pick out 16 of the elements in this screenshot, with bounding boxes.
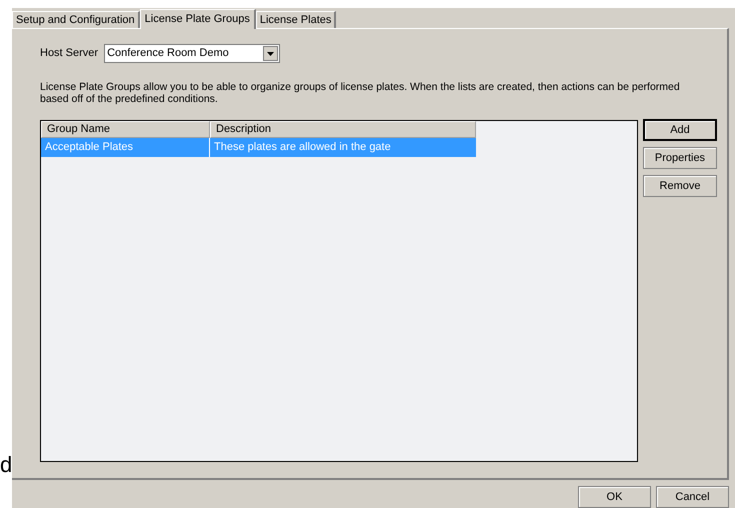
- description-text: License Plate Groups allow you to be able to organize groups of license plates. When the lists are created, then actions can be performed based off of the predefined conditions.: [40, 80, 681, 105]
- tab[interactable]: Setup and Configuration: [12, 10, 140, 28]
- tab[interactable]: License Plates: [256, 10, 336, 28]
- side-button[interactable]: Remove: [643, 174, 717, 197]
- dialog-button[interactable]: OK: [578, 486, 651, 508]
- side-button[interactable]: Add: [643, 118, 717, 141]
- tab[interactable]: License Plate Groups: [140, 8, 256, 29]
- host-server-label: Host Server: [40, 46, 98, 62]
- column-header[interactable]: Group Name: [41, 120, 210, 138]
- dialog-button[interactable]: Cancel: [656, 486, 729, 508]
- table-cell: Acceptable Plates: [41, 138, 210, 157]
- host-server-dropdown[interactable]: Conference Room Demo: [104, 44, 280, 63]
- background-text: d: [0, 454, 12, 476]
- table-cell: These plates are allowed in the gate: [210, 138, 476, 157]
- side-button[interactable]: Properties: [643, 146, 717, 169]
- column-header[interactable]: Description: [210, 120, 476, 138]
